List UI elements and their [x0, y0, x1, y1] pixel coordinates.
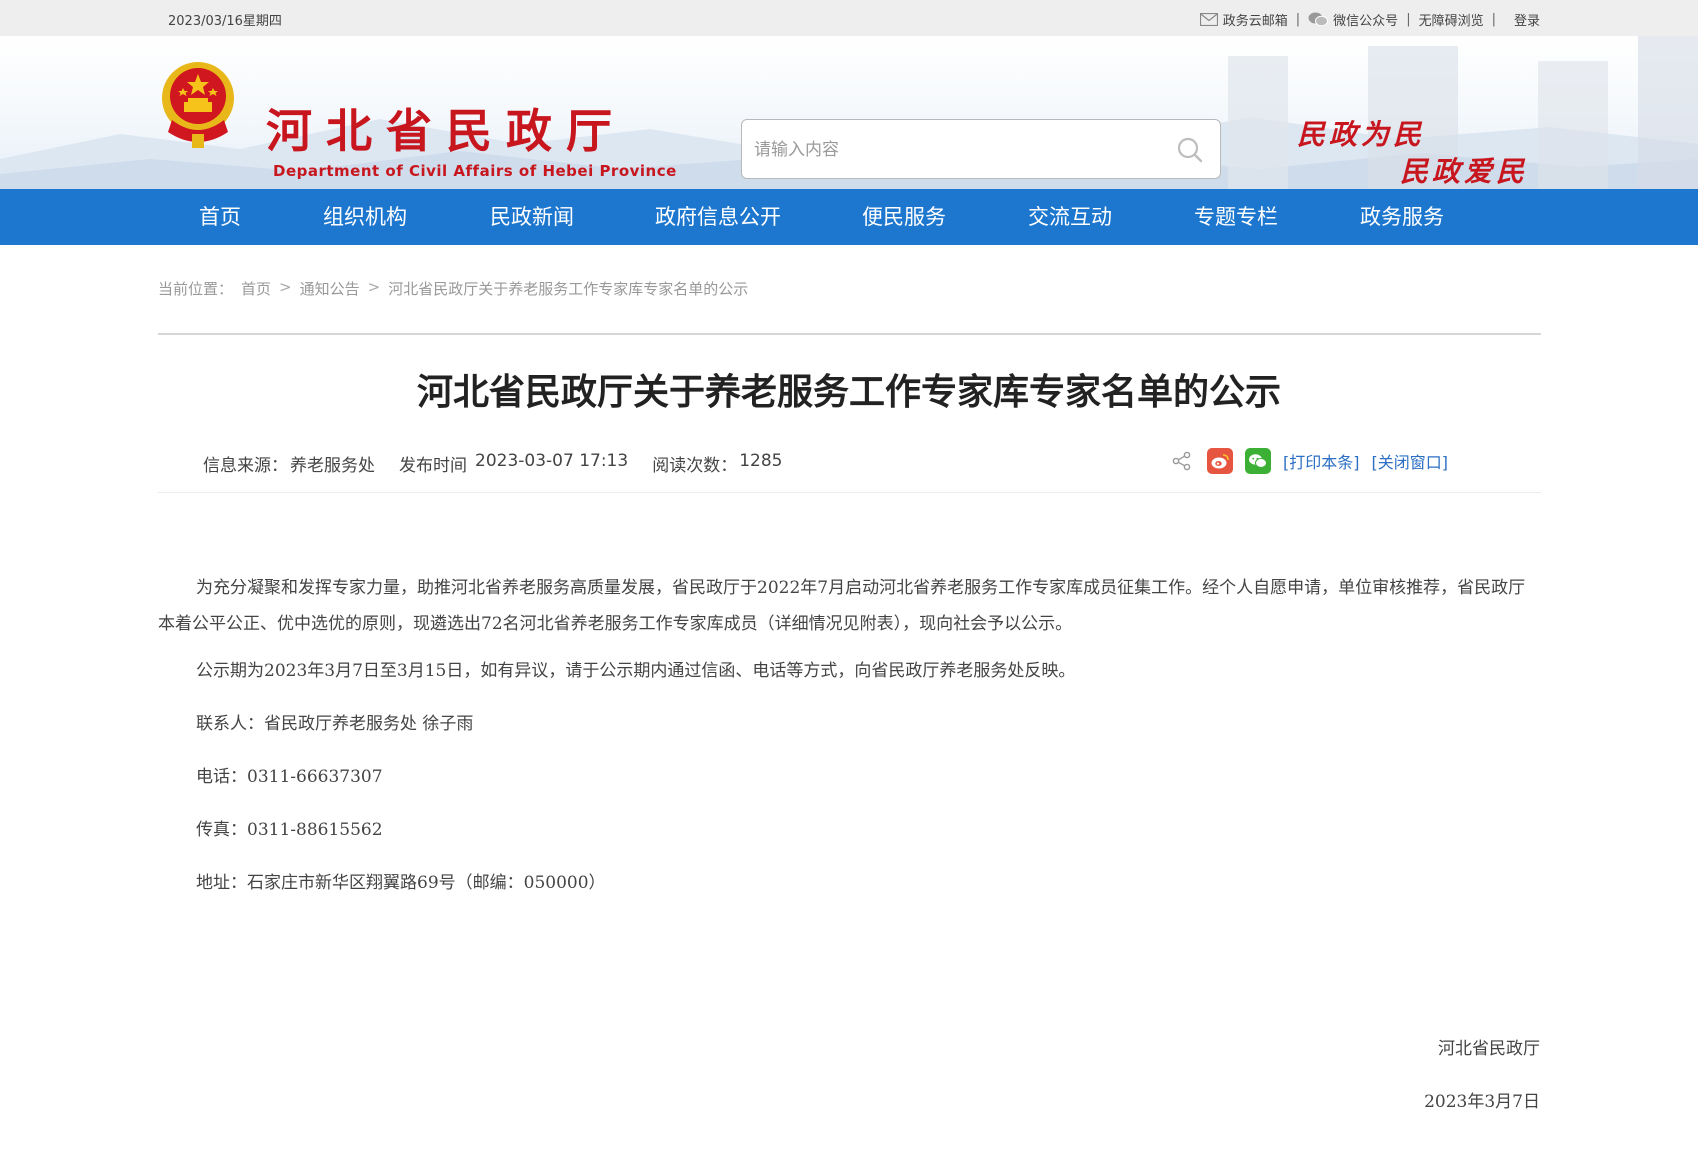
top-link-separator: | — [1295, 12, 1301, 27]
wechat-share-icon[interactable] — [1245, 448, 1271, 474]
publish-label: 发布时间 — [399, 456, 467, 476]
nav-item-topics[interactable]: 专题专栏 — [1194, 189, 1278, 245]
nav-item-home[interactable]: 首页 — [199, 189, 241, 245]
breadcrumb-home[interactable]: 首页 — [241, 278, 271, 299]
nav-item-services[interactable]: 便民服务 — [862, 189, 946, 245]
share-icon[interactable] — [1169, 448, 1195, 474]
nav-item-gov-info[interactable]: 政府信息公开 — [655, 189, 781, 245]
divider — [158, 492, 1541, 493]
source-value: 养老服务处 — [290, 456, 375, 476]
site-subtitle: Department of Civil Affairs of Hebei Pro… — [273, 162, 677, 180]
weibo-share-icon[interactable] — [1207, 448, 1233, 474]
divider — [158, 333, 1541, 335]
body-paragraph: 公示期为2023年3月7日至3月15日，如有异议，请于公示期内通过信函、电话等方… — [196, 661, 1076, 681]
top-link-separator: | — [1406, 12, 1411, 27]
search-box — [741, 119, 1221, 179]
breadcrumb-notices[interactable]: 通知公告 — [300, 278, 360, 299]
breadcrumb-current: 河北省民政厅关于养老服务工作专家库专家名单的公示 — [388, 280, 749, 298]
body-paragraph: 为充分凝聚和发挥专家力量，助推河北省养老服务高质量发展，省民政厅于2022年7月… — [158, 578, 1526, 634]
breadcrumb-separator: > — [367, 278, 381, 296]
slogan-line-2: 民政爱民 — [1400, 155, 1529, 188]
site-header: 河北省民政厅 Department of Civil Affairs of He… — [0, 36, 1698, 189]
wechat-account-link[interactable]: 微信公众号 — [1308, 10, 1398, 29]
national-emblem-icon — [162, 62, 234, 148]
article-title: 河北省民政厅关于养老服务工作专家库专家名单的公示 — [416, 372, 1281, 413]
meta-read-count: 阅读次数： 1285 — [652, 451, 782, 476]
cloud-mail-link[interactable]: 政务云邮箱 — [1199, 10, 1288, 29]
wechat-icon — [1308, 12, 1329, 27]
login-link[interactable]: 登录 — [1514, 10, 1540, 29]
accessibility-label: 无障碍浏览 — [1418, 14, 1484, 29]
meta-publish-time: 发布时间 2023-03-07 17:13 — [399, 451, 628, 476]
breadcrumb: 当前位置： 首页 > 通知公告 > 河北省民政厅关于养老服务工作专家库专家名单的… — [158, 278, 748, 299]
close-window-link[interactable]: [关闭窗口] — [1372, 449, 1449, 473]
contact-phone: 电话：0311-66637307 — [196, 767, 383, 787]
meta-source: 信息来源： 养老服务处 — [203, 451, 375, 476]
reads-value: 1285 — [739, 451, 783, 471]
top-bar: 2023/03/16星期四 政务云邮箱 | 微信公众号 | 无障碍浏览 | 登录 — [0, 0, 1698, 36]
print-link[interactable]: [打印本条] — [1283, 449, 1360, 473]
contact-person: 联系人：省民政厅养老服务处 徐子雨 — [196, 714, 474, 734]
main-nav: 首页 组织机构 民政新闻 政府信息公开 便民服务 交流互动 专题专栏 政务服务 — [0, 189, 1698, 245]
signature-org: 河北省民政厅 — [1438, 1039, 1540, 1059]
article-body: 为充分凝聚和发挥专家力量，助推河北省养老服务高质量发展，省民政厅于2022年7月… — [158, 570, 1541, 924]
nav-item-gov-services[interactable]: 政务服务 — [1360, 189, 1444, 245]
top-links: 政务云邮箱 | 微信公众号 | 无障碍浏览 | 登录 — [1199, 10, 1540, 29]
current-date: 2023/03/16星期四 — [168, 14, 282, 29]
contact-fax: 传真：0311-88615562 — [196, 820, 383, 840]
signature-date: 2023年3月7日 — [1424, 1092, 1540, 1112]
nav-item-news[interactable]: 民政新闻 — [490, 189, 574, 245]
nav-item-interaction[interactable]: 交流互动 — [1028, 189, 1112, 245]
accessibility-link[interactable]: 无障碍浏览 — [1419, 10, 1484, 29]
contact-address: 地址：石家庄市新华区翔翼路69号（邮编：050000） — [196, 873, 606, 893]
nav-item-organization[interactable]: 组织机构 — [323, 189, 407, 245]
login-label: 登录 — [1513, 14, 1540, 29]
article-tools: [打印本条] [关闭窗口] — [1169, 448, 1448, 474]
breadcrumb-prefix: 当前位置： — [158, 280, 234, 298]
mail-icon — [1199, 13, 1218, 26]
breadcrumb-separator: > — [279, 278, 292, 296]
search-icon[interactable] — [1176, 136, 1204, 164]
reads-label: 阅读次数： — [652, 456, 738, 476]
site-title: 河北省民政厅 — [266, 104, 626, 158]
cloud-mail-label: 政务云邮箱 — [1222, 14, 1288, 29]
search-input[interactable] — [754, 136, 1154, 164]
slogan-line-1: 民政为民 — [1297, 118, 1426, 151]
publish-value: 2023-03-07 17:13 — [475, 451, 629, 471]
top-link-separator: | — [1491, 12, 1496, 27]
article-meta: 信息来源： 养老服务处 发布时间 2023-03-07 17:13 阅读次数： … — [203, 451, 782, 476]
source-label: 信息来源： — [203, 456, 288, 476]
wechat-account-label: 微信公众号 — [1333, 14, 1399, 29]
